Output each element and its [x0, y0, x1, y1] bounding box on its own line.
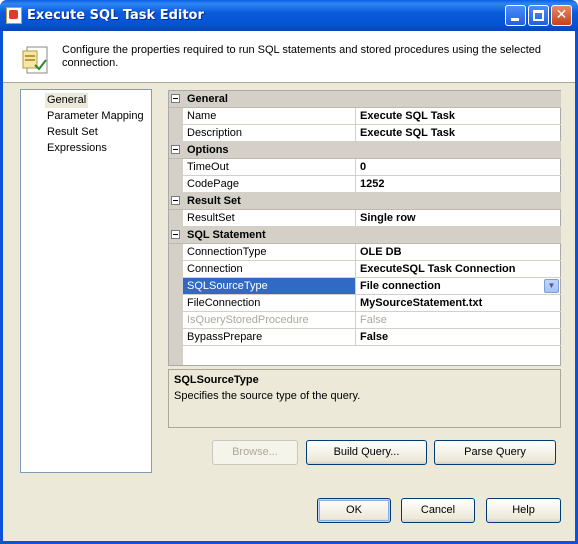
property-name: FileConnection [183, 295, 356, 311]
header-band: Configure the properties required to run… [3, 31, 575, 83]
property-value[interactable]: 0 [357, 159, 561, 175]
collapse-icon[interactable] [171, 145, 180, 154]
property-value: False [360, 314, 387, 326]
task-document-icon [22, 46, 48, 74]
nav-item-parameter-mapping[interactable]: Parameter Mapping [45, 109, 146, 124]
parse-query-button[interactable]: Parse Query [434, 440, 556, 465]
help-text: Specifies the source type of the query. [174, 390, 361, 402]
page-navigation-list: General Parameter Mapping Result Set Exp… [20, 89, 152, 473]
property-row-sql-source-type[interactable]: SQLSourceType File connection ▼ [183, 278, 561, 295]
property-name: ConnectionType [183, 244, 356, 260]
build-query-button[interactable]: Build Query... [306, 440, 427, 465]
property-value-dropdown[interactable]: File connection [357, 278, 561, 294]
property-name: TimeOut [183, 159, 356, 175]
property-name: Connection [183, 261, 356, 277]
header-description: Configure the properties required to run… [62, 44, 541, 69]
property-value[interactable]: Single row [357, 210, 561, 226]
property-row-bypass-prepare[interactable]: BypassPrepare False [183, 329, 561, 346]
close-icon: ✕ [555, 7, 568, 23]
nav-item-result-set[interactable]: Result Set [45, 125, 100, 140]
window-title: Execute SQL Task Editor [27, 8, 204, 23]
nav-item-general[interactable]: General [45, 93, 89, 108]
property-row-codepage[interactable]: CodePage 1252 [183, 176, 561, 193]
property-row-timeout[interactable]: TimeOut 0 [183, 159, 561, 176]
help-button[interactable]: Help [486, 498, 561, 523]
cancel-button[interactable]: Cancel [401, 498, 475, 523]
category-label: Options [187, 144, 229, 156]
maximize-icon [533, 10, 544, 21]
property-value[interactable]: False [357, 329, 561, 345]
category-result-set[interactable]: Result Set [169, 193, 561, 210]
property-help-pane: SQLSourceType Specifies the source type … [168, 369, 561, 428]
property-name: BypassPrepare [183, 329, 356, 345]
property-row-file-connection[interactable]: FileConnection MySourceStatement.txt [183, 295, 561, 312]
property-value[interactable]: MySourceStatement.txt [357, 295, 561, 311]
property-grid: General Name Execute SQL Task Descriptio… [168, 90, 561, 366]
property-row-connection[interactable]: Connection ExecuteSQL Task Connection [183, 261, 561, 278]
property-row-description[interactable]: Description Execute SQL Task [183, 125, 561, 142]
category-label: Result Set [187, 195, 241, 207]
property-value[interactable]: 1252 [357, 176, 561, 192]
property-value[interactable]: Execute SQL Task [357, 108, 561, 124]
property-row-resultset[interactable]: ResultSet Single row [183, 210, 561, 227]
collapse-icon[interactable] [171, 94, 180, 103]
collapse-icon[interactable] [171, 230, 180, 239]
category-label: SQL Statement [187, 229, 266, 241]
property-name: ResultSet [183, 210, 356, 226]
minimize-button[interactable] [505, 5, 526, 26]
minimize-icon [511, 18, 519, 21]
dropdown-arrow-icon[interactable]: ▼ [544, 279, 559, 293]
category-options[interactable]: Options [169, 142, 561, 159]
maximize-button[interactable] [528, 5, 549, 26]
property-row-connection-type[interactable]: ConnectionType OLE DB [183, 244, 561, 261]
property-value[interactable]: OLE DB [357, 244, 561, 260]
property-row-is-query-stored-procedure: IsQueryStoredProcedure False [183, 312, 561, 329]
category-sql-statement[interactable]: SQL Statement [169, 227, 561, 244]
property-row-name[interactable]: Name Execute SQL Task [183, 108, 561, 125]
property-name: Name [183, 108, 356, 124]
property-value[interactable]: Execute SQL Task [357, 125, 561, 141]
category-label: General [187, 93, 228, 105]
collapse-icon[interactable] [171, 196, 180, 205]
app-icon [6, 7, 22, 24]
help-title: SQLSourceType [174, 374, 259, 386]
category-general[interactable]: General [169, 91, 561, 108]
property-name: SQLSourceType [183, 278, 356, 294]
dialog-client-area: Configure the properties required to run… [3, 31, 575, 541]
dialog-window: Execute SQL Task Editor ✕ Configure the … [0, 0, 578, 544]
property-name: IsQueryStoredProcedure [183, 312, 356, 328]
property-name: Description [183, 125, 356, 141]
nav-item-expressions[interactable]: Expressions [45, 141, 109, 156]
property-name: CodePage [183, 176, 356, 192]
browse-button[interactable]: Browse... [212, 440, 298, 465]
title-bar[interactable]: Execute SQL Task Editor ✕ [0, 0, 578, 31]
property-value[interactable]: ExecuteSQL Task Connection [357, 261, 561, 277]
ok-button[interactable]: OK [317, 498, 391, 523]
close-button[interactable]: ✕ [551, 5, 572, 26]
